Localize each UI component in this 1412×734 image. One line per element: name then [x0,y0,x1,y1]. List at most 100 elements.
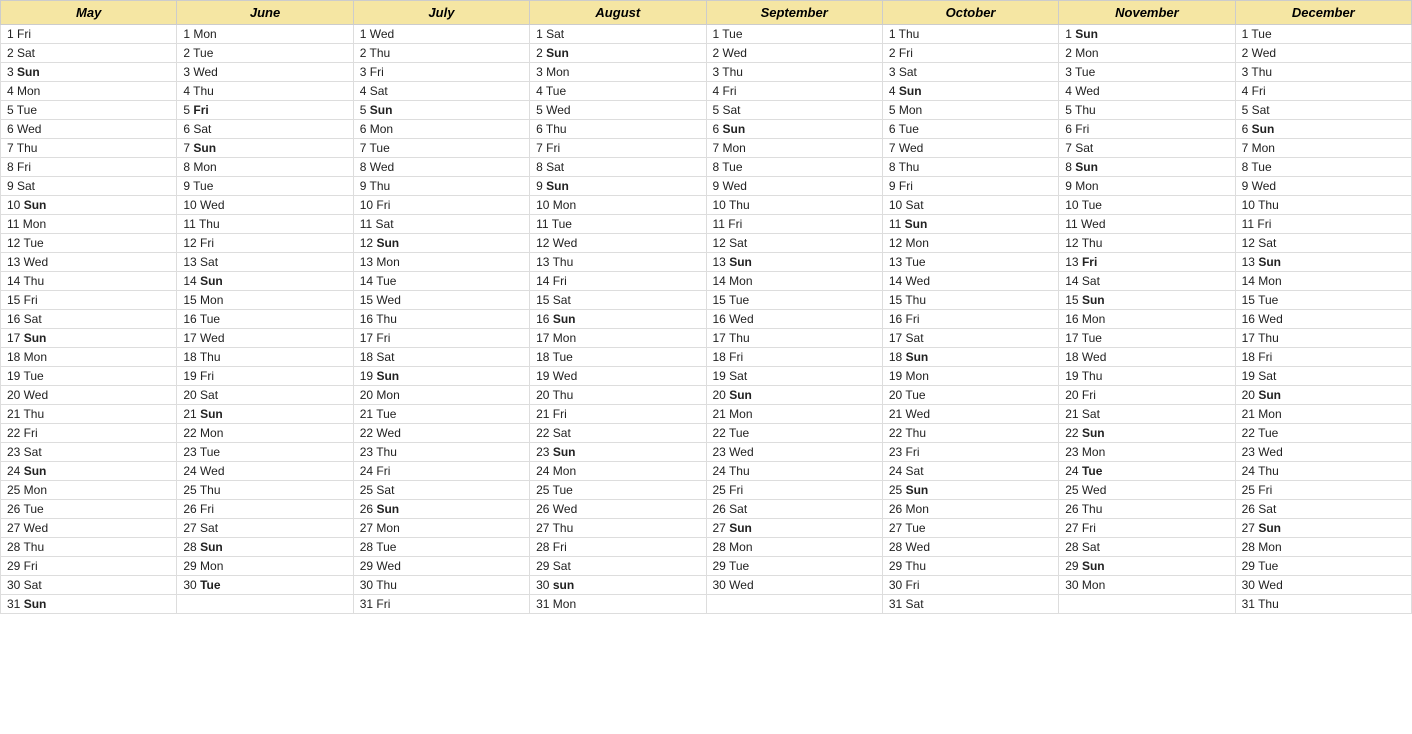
calendar-cell: 10 Sat [882,196,1058,215]
calendar-cell: 27 Wed [1,519,177,538]
calendar-cell: 8 Thu [882,158,1058,177]
calendar-cell: 31 Sat [882,595,1058,614]
calendar-row: 9 Sat9 Tue9 Thu9 Sun9 Wed9 Fri9 Mon9 Wed [1,177,1412,196]
calendar-cell: 5 Sat [706,101,882,120]
calendar-cell: 3 Tue [1059,63,1235,82]
calendar-cell: 26 Sat [1235,500,1411,519]
calendar-cell: 23 Mon [1059,443,1235,462]
calendar-cell: 10 Sun [1,196,177,215]
calendar-cell: 26 Wed [530,500,706,519]
calendar-cell: 22 Fri [1,424,177,443]
calendar-row: 20 Wed20 Sat20 Mon20 Thu20 Sun20 Tue20 F… [1,386,1412,405]
calendar-cell: 22 Sun [1059,424,1235,443]
calendar-cell: 20 Sun [706,386,882,405]
calendar-cell: 7 Mon [1235,139,1411,158]
calendar-cell: 30 Sat [1,576,177,595]
calendar-cell: 20 Sat [177,386,353,405]
calendar-cell: 12 Tue [1,234,177,253]
calendar-cell: 24 Wed [177,462,353,481]
calendar-cell: 11 Wed [1059,215,1235,234]
calendar-cell: 19 Sat [706,367,882,386]
calendar-cell: 1 Wed [353,25,529,44]
calendar-cell: 27 Mon [353,519,529,538]
calendar-cell: 26 Sun [353,500,529,519]
calendar-cell: 15 Sun [1059,291,1235,310]
calendar-row: 17 Sun17 Wed17 Fri17 Mon17 Thu17 Sat17 T… [1,329,1412,348]
calendar-cell: 24 Sat [882,462,1058,481]
calendar-cell: 12 Sun [353,234,529,253]
calendar-cell: 4 Tue [530,82,706,101]
calendar-cell: 5 Fri [177,101,353,120]
calendar-row: 13 Wed13 Sat13 Mon13 Thu13 Sun13 Tue13 F… [1,253,1412,272]
calendar-cell: 23 Sat [1,443,177,462]
calendar-cell: 5 Sun [353,101,529,120]
calendar-cell: 14 Thu [1,272,177,291]
calendar-container: MayJuneJulyAugustSeptemberOctoberNovembe… [0,0,1412,614]
calendar-cell: 8 Sun [1059,158,1235,177]
calendar-cell: 19 Fri [177,367,353,386]
calendar-cell: 2 Thu [353,44,529,63]
calendar-cell: 5 Thu [1059,101,1235,120]
calendar-cell: 14 Mon [706,272,882,291]
calendar-cell: 6 Fri [1059,120,1235,139]
calendar-row: 1 Fri1 Mon1 Wed1 Sat1 Tue1 Thu1 Sun1 Tue [1,25,1412,44]
calendar-cell: 26 Sat [706,500,882,519]
month-header-may: May [1,1,177,25]
calendar-cell: 13 Wed [1,253,177,272]
calendar-cell: 28 Sat [1059,538,1235,557]
calendar-cell: 2 Tue [177,44,353,63]
calendar-cell: 15 Thu [882,291,1058,310]
calendar-cell: 9 Sat [1,177,177,196]
calendar-cell: 16 Fri [882,310,1058,329]
calendar-cell: 11 Thu [177,215,353,234]
calendar-cell: 28 Tue [353,538,529,557]
calendar-cell: 6 Thu [530,120,706,139]
calendar-cell: 15 Tue [706,291,882,310]
calendar-cell: 9 Wed [1235,177,1411,196]
calendar-cell: 21 Sat [1059,405,1235,424]
calendar-cell: 2 Fri [882,44,1058,63]
calendar-cell: 20 Thu [530,386,706,405]
calendar-cell: 5 Tue [1,101,177,120]
calendar-cell: 18 Thu [177,348,353,367]
calendar-cell: 6 Tue [882,120,1058,139]
calendar-row: 4 Mon4 Thu4 Sat4 Tue4 Fri4 Sun4 Wed4 Fri [1,82,1412,101]
calendar-cell: 14 Mon [1235,272,1411,291]
calendar-cell: 9 Fri [882,177,1058,196]
calendar-cell: 30 Wed [1235,576,1411,595]
calendar-cell: 29 Tue [1235,557,1411,576]
calendar-cell: 17 Wed [177,329,353,348]
calendar-cell: 19 Sat [1235,367,1411,386]
calendar-cell: 15 Fri [1,291,177,310]
calendar-cell: 25 Sun [882,481,1058,500]
calendar-cell: 28 Wed [882,538,1058,557]
calendar-row: 22 Fri22 Mon22 Wed22 Sat22 Tue22 Thu22 S… [1,424,1412,443]
calendar-cell: 5 Mon [882,101,1058,120]
month-header-july: July [353,1,529,25]
calendar-cell: 25 Thu [177,481,353,500]
calendar-cell: 22 Tue [1235,424,1411,443]
calendar-cell: 10 Tue [1059,196,1235,215]
calendar-cell: 20 Wed [1,386,177,405]
calendar-cell: 24 Fri [353,462,529,481]
calendar-cell: 21 Mon [706,405,882,424]
calendar-cell: 13 Sun [1235,253,1411,272]
calendar-cell: 31 Thu [1235,595,1411,614]
calendar-cell: 13 Mon [353,253,529,272]
calendar-cell: 15 Tue [1235,291,1411,310]
calendar-cell: 9 Sun [530,177,706,196]
calendar-cell: 4 Fri [1235,82,1411,101]
calendar-row: 3 Sun3 Wed3 Fri3 Mon3 Thu3 Sat3 Tue3 Thu [1,63,1412,82]
calendar-cell: 17 Fri [353,329,529,348]
calendar-cell: 29 Sat [530,557,706,576]
calendar-cell: 30 Mon [1059,576,1235,595]
calendar-cell: 23 Thu [353,443,529,462]
calendar-cell: 3 Thu [1235,63,1411,82]
calendar-cell: 26 Thu [1059,500,1235,519]
calendar-row: 14 Thu14 Sun14 Tue14 Fri14 Mon14 Wed14 S… [1,272,1412,291]
calendar-cell [177,595,353,614]
calendar-cell: 14 Sat [1059,272,1235,291]
calendar-cell: 29 Tue [706,557,882,576]
calendar-cell: 13 Fri [1059,253,1235,272]
calendar-cell: 19 Sun [353,367,529,386]
